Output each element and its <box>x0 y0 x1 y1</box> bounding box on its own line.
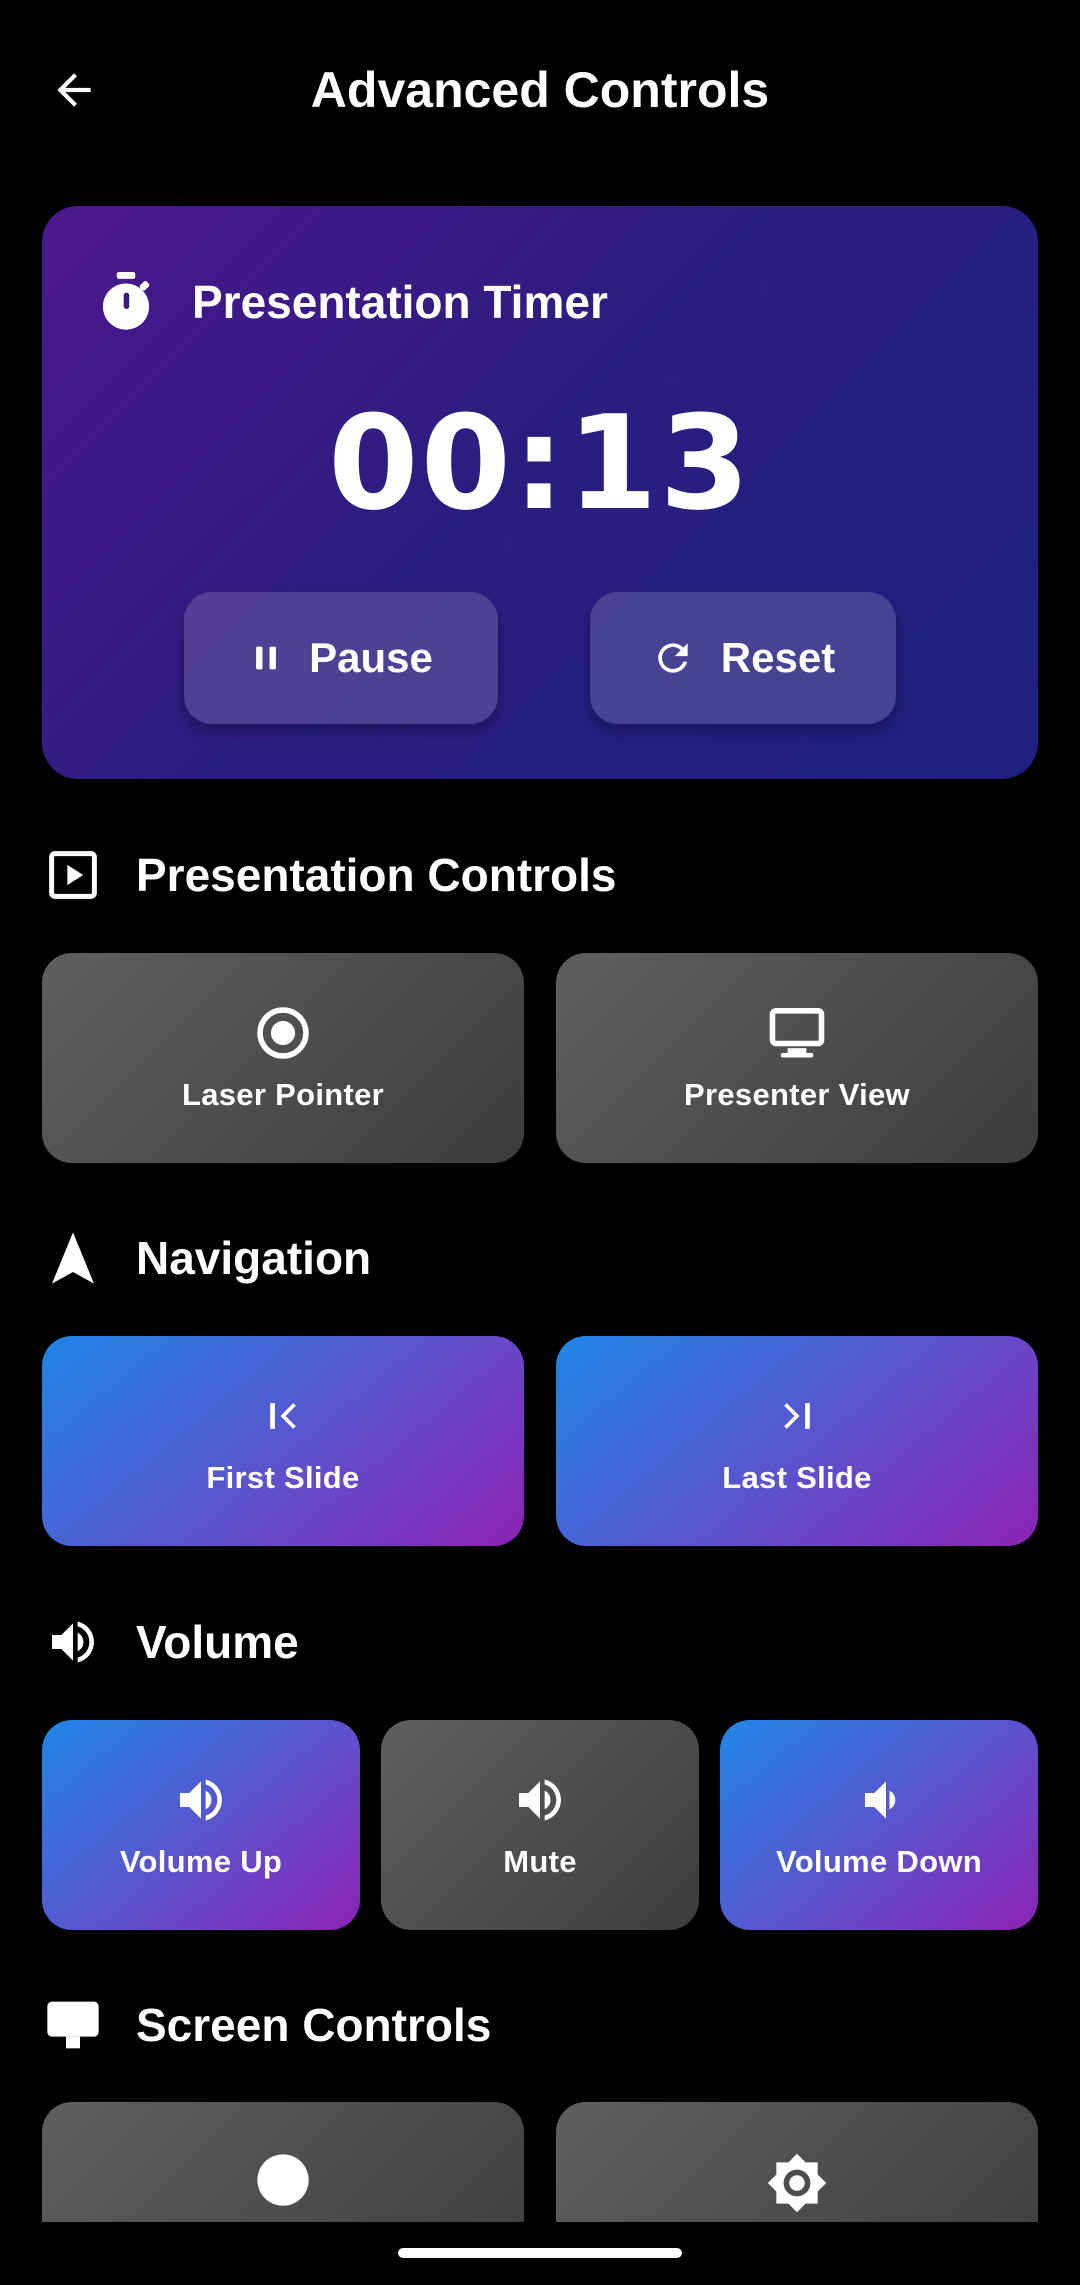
reset-label: Reset <box>720 634 836 681</box>
tile-label: Laser Pointer <box>181 1077 385 1112</box>
volume-down-button[interactable]: Volume Down <box>720 1720 1038 1930</box>
stopwatch-icon <box>102 272 150 330</box>
monitor-icon <box>769 1008 825 1058</box>
volume-down-icon <box>865 1781 896 1819</box>
first-slide-button[interactable]: First Slide <box>42 1336 524 1546</box>
presenter-view-button[interactable]: Presenter View <box>556 953 1038 1163</box>
brightness-button[interactable] <box>556 2102 1038 2222</box>
volume-icon <box>519 1779 561 1821</box>
page-title: Advanced Controls <box>310 62 770 118</box>
section-title: Presentation Controls <box>136 849 617 901</box>
tile-label: Presenter View <box>684 1077 910 1112</box>
section-volume: Volume <box>42 1607 299 1677</box>
presentation-timer-card: Presentation Timer 00:13 Pause Reset <box>42 206 1038 779</box>
desktop-icon <box>47 2001 99 2049</box>
tile-label: Volume Up <box>119 1844 283 1879</box>
tile-label: Volume Down <box>776 1844 982 1879</box>
pause-label: Pause <box>309 634 433 681</box>
screen-controls-grid <box>0 2100 1080 2222</box>
top-app-bar: Advanced Controls <box>0 0 1080 180</box>
slideshow-icon <box>49 851 97 899</box>
black-screen-button[interactable] <box>42 2102 524 2222</box>
first-page-icon <box>270 1403 296 1429</box>
reset-button[interactable]: Reset <box>590 592 896 724</box>
tile-label: Last Slide <box>722 1460 872 1495</box>
volume-up-icon <box>180 1779 222 1821</box>
section-title: Volume <box>136 1616 299 1668</box>
radio-target-icon <box>257 1007 309 1059</box>
timer-header: Presentation Timer <box>98 262 608 342</box>
tile-label: Mute <box>503 1844 577 1879</box>
last-slide-button[interactable]: Last Slide <box>556 1336 1038 1546</box>
timer-display: 00:13 <box>328 387 752 539</box>
volume-icon <box>52 1621 94 1663</box>
refresh-icon <box>658 643 688 673</box>
tile-label: First Slide <box>206 1460 360 1495</box>
section-screen-controls: Screen Controls <box>42 1990 491 2060</box>
section-navigation: Navigation <box>42 1223 371 1293</box>
pause-icon <box>256 646 277 670</box>
circle-icon <box>257 2154 309 2206</box>
timer-title: Presentation Timer <box>192 276 608 328</box>
brightness-icon <box>767 2153 827 2213</box>
navigation-arrow-icon <box>52 1232 94 1284</box>
volume-up-button[interactable]: Volume Up <box>42 1720 360 1930</box>
mute-button[interactable]: Mute <box>381 1720 699 1930</box>
section-title: Navigation <box>136 1232 372 1284</box>
section-title: Screen Controls <box>136 1999 492 2051</box>
pause-button[interactable]: Pause <box>184 592 498 724</box>
home-indicator[interactable] <box>398 2248 682 2258</box>
laser-pointer-button[interactable]: Laser Pointer <box>42 953 524 1163</box>
last-page-icon <box>784 1403 810 1429</box>
section-presentation-controls: Presentation Controls <box>42 840 617 910</box>
